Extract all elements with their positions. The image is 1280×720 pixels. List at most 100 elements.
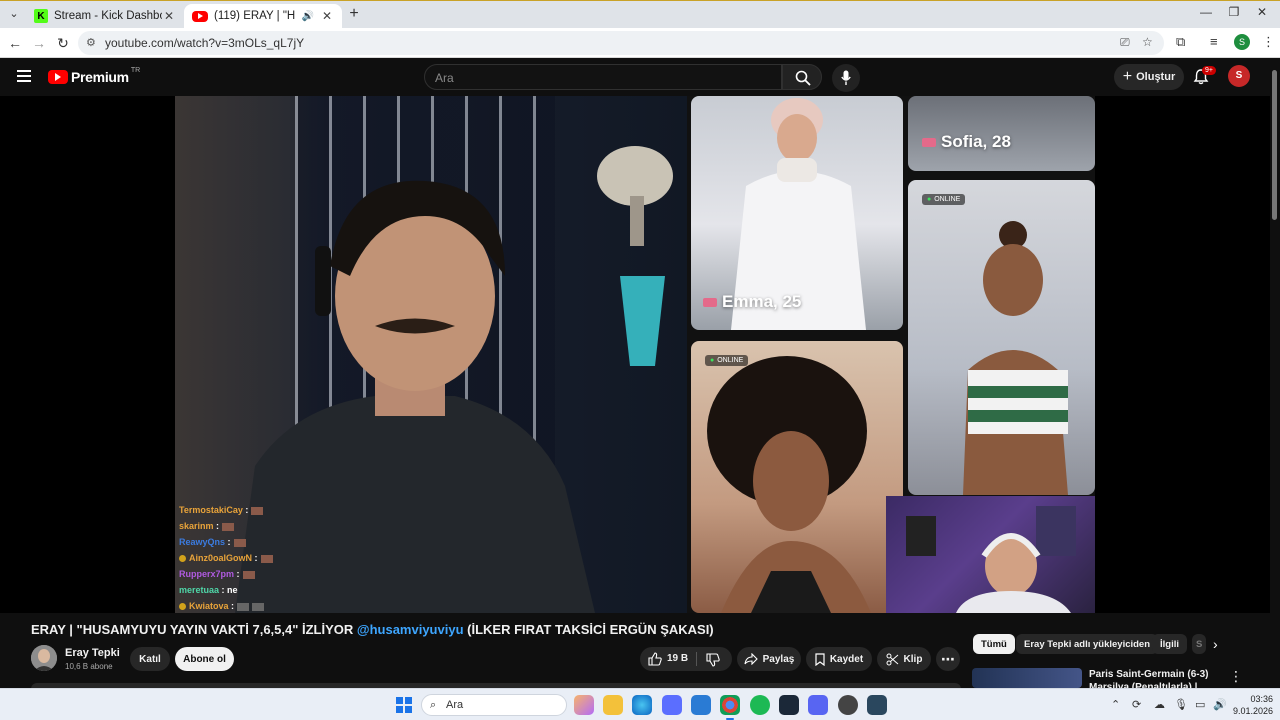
streamer-webcam: TermostakiCay : skarinm : ReawyQns : Ain… — [175, 96, 687, 613]
chip-from-uploader[interactable]: Eray Tepki adlı yükleyiciden — [1016, 634, 1159, 654]
chip-partial[interactable]: S — [1192, 634, 1206, 654]
join-button[interactable]: Katıl — [130, 647, 170, 671]
scrollbar-thumb[interactable] — [1272, 70, 1277, 220]
chat-text: ne — [227, 585, 238, 595]
dislike-thumb-icon[interactable] — [706, 653, 720, 667]
create-label: Oluştur — [1136, 71, 1176, 83]
chat-badge-icon — [179, 555, 186, 563]
recommendation-more-icon[interactable]: ⋮ — [1229, 668, 1243, 685]
share-button[interactable]: Paylaş — [737, 647, 801, 671]
obs-icon[interactable] — [838, 695, 858, 715]
store-icon[interactable] — [662, 695, 682, 715]
cast-icon[interactable]: ⎚ — [1120, 35, 1130, 50]
tray-expand-icon[interactable]: ⌃ — [1111, 698, 1120, 711]
discord-icon[interactable] — [808, 695, 828, 715]
voice-search-button[interactable] — [832, 64, 860, 92]
taskbar-search-placeholder: Ara — [446, 699, 464, 711]
file-explorer-icon[interactable] — [603, 695, 623, 715]
spotify-icon[interactable] — [750, 695, 770, 715]
edge-browser-icon[interactable] — [632, 695, 652, 715]
minimize-button[interactable]: — — [1196, 5, 1216, 19]
chat-message: Ainz0oalGowN : — [179, 550, 273, 566]
search-icon: ⌕ — [430, 699, 437, 711]
chat-message: Kwiatova : — [179, 598, 273, 613]
streamer-figure — [235, 180, 595, 613]
chat-user: TermostakiCay — [179, 505, 243, 515]
youtube-premium-logo[interactable]: Premium TR — [48, 67, 140, 85]
chat-message: meretuaa : ne — [179, 585, 238, 595]
save-button[interactable]: Kaydet — [806, 647, 872, 671]
scissors-icon — [886, 653, 898, 665]
like-thumb-icon[interactable] — [648, 652, 662, 666]
chat-message: Rupperx7pm : — [179, 566, 273, 582]
media-control-icon[interactable]: ≡ — [1210, 34, 1218, 49]
tray-microphone-icon[interactable]: 🎙 — [1174, 698, 1188, 711]
microphone-lamp-graphic — [597, 146, 673, 366]
browser-profile-avatar[interactable]: S — [1234, 34, 1250, 50]
steam-icon[interactable] — [779, 695, 799, 715]
subscribe-button[interactable]: Abone ol — [175, 647, 234, 671]
chevron-right-icon[interactable]: › — [1213, 636, 1218, 652]
windows-start-icon[interactable] — [396, 697, 412, 713]
recommendation-thumbnail[interactable] — [972, 668, 1082, 688]
bookmark-star-icon[interactable]: ☆ — [1142, 35, 1153, 49]
window-close-button[interactable]: ✕ — [1252, 5, 1272, 19]
tab-search-chevron-icon[interactable]: ⌄ — [6, 6, 22, 22]
url-text[interactable]: youtube.com/watch?v=3mOLs_qL7jY — [105, 36, 304, 50]
chat-emote-icon — [260, 554, 273, 563]
video-player[interactable]: TermostakiCay : skarinm : ReawyQns : Ain… — [0, 96, 1270, 613]
youtube-play-icon — [48, 70, 68, 84]
chat-badge-icon — [179, 603, 186, 611]
chip-all[interactable]: Tümü — [973, 634, 1015, 654]
tray-display-icon[interactable]: ▭ — [1195, 698, 1205, 711]
clip-label: Klip — [903, 653, 923, 665]
site-info-icon[interactable]: ⚙ — [86, 36, 96, 49]
create-button[interactable]: + Oluştur — [1114, 64, 1184, 90]
chat-emote-icon — [237, 602, 250, 611]
back-button[interactable]: ← — [6, 34, 24, 52]
tab-close-icon[interactable]: ✕ — [162, 9, 176, 23]
recommendation-title[interactable]: Paris Saint-Germain (6-3) Marsilya (Pena… — [1089, 668, 1219, 690]
account-avatar[interactable]: S — [1228, 65, 1250, 87]
clip-button[interactable]: Klip — [877, 647, 931, 671]
new-tab-button[interactable]: + — [346, 6, 362, 22]
chat-emote-icon — [222, 522, 235, 531]
more-actions-button[interactable]: ⋯ — [936, 647, 960, 671]
tray-cloud-icon[interactable]: ☁ — [1154, 698, 1165, 711]
page-scrollbar[interactable] — [1270, 58, 1280, 688]
tab-title: Stream - Kick Dashboard — [54, 10, 162, 22]
chat-user: meretuaa — [179, 585, 220, 595]
online-badge: ONLINE — [705, 355, 749, 366]
channel-name[interactable]: Eray Tepki — [65, 647, 120, 659]
chrome-icon[interactable] — [720, 695, 740, 720]
maximize-button[interactable]: ❐ — [1224, 5, 1244, 19]
reload-button[interactable]: ↻ — [54, 34, 72, 52]
tab-youtube-video[interactable]: (119) ERAY | "HUSAMYUYU 🔊 ✕ — [184, 4, 342, 28]
menu-hamburger-icon[interactable] — [17, 70, 31, 82]
like-count[interactable]: 19 B — [667, 653, 688, 664]
channel-avatar[interactable] — [31, 645, 57, 671]
taskbar-search-input[interactable]: ⌕ Ara — [421, 694, 567, 716]
profile-name: Sofia, 28 — [922, 132, 1011, 152]
tab-kick-dashboard[interactable]: K Stream - Kick Dashboard ✕ — [26, 4, 184, 28]
outlook-icon[interactable] — [691, 695, 711, 715]
mention-link[interactable]: @husamviyuviyu — [357, 622, 464, 637]
extensions-icon[interactable]: ⧉ — [1176, 34, 1185, 50]
search-button[interactable] — [782, 64, 822, 90]
speaker-icon[interactable]: 🔊 — [302, 11, 314, 22]
chat-emote-icon — [251, 506, 264, 515]
tray-volume-icon[interactable]: 🔊 — [1213, 698, 1227, 711]
search-input[interactable]: Ara — [424, 64, 782, 90]
forward-button[interactable]: → — [30, 34, 48, 52]
chip-related[interactable]: İlgili — [1152, 634, 1187, 654]
omnibox[interactable]: ⚙ youtube.com/watch?v=3mOLs_qL7jY ⎚ ☆ — [78, 31, 1164, 55]
steam-alt-icon[interactable] — [867, 695, 887, 715]
tab-close-icon[interactable]: ✕ — [320, 9, 334, 23]
taskbar-clock[interactable]: 03:36 9.01.2026 — [1233, 693, 1273, 717]
browser-menu-icon[interactable]: ⋮ — [1262, 34, 1275, 50]
youtube-favicon-icon — [192, 10, 208, 22]
copilot-icon[interactable] — [574, 695, 594, 715]
clock-time: 03:36 — [1250, 694, 1273, 704]
tray-sync-icon[interactable]: ⟳ — [1132, 698, 1141, 711]
search-placeholder: Ara — [435, 71, 454, 85]
